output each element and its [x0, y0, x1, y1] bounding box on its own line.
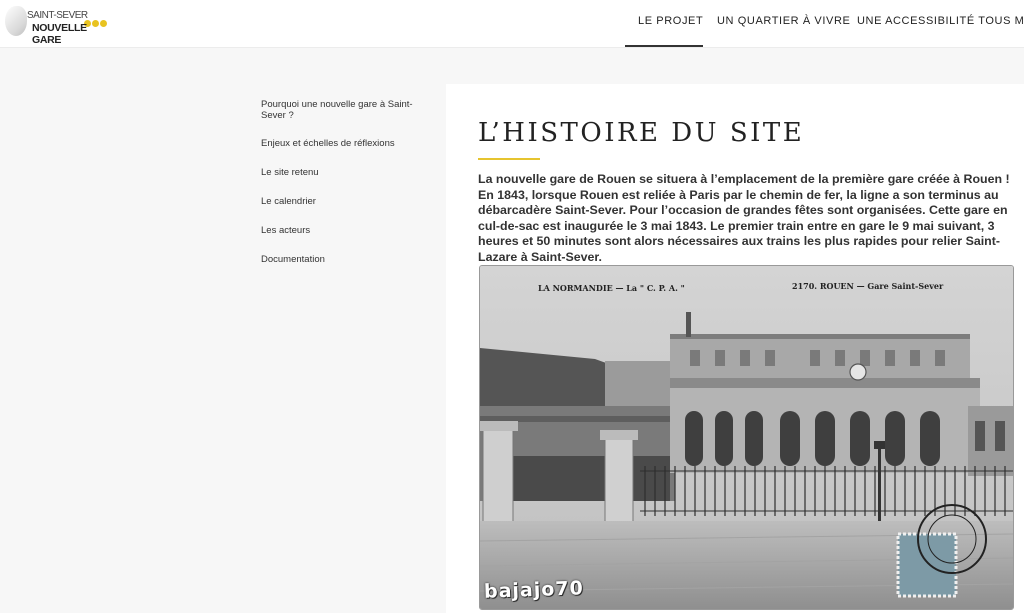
- photo-watermark: bajajo70: [483, 577, 585, 603]
- page-title: L’HISTOIRE DU SITE: [478, 118, 805, 148]
- sidebar-item-acteurs[interactable]: Les acteurs: [261, 225, 431, 236]
- nav-active-indicator: [625, 45, 703, 47]
- main-content: L’HISTOIRE DU SITE La nouvelle gare de R…: [446, 84, 1024, 613]
- sidebar-item-site-retenu[interactable]: Le site retenu: [261, 167, 431, 178]
- nav-item-un-quartier-a-vivre[interactable]: UN QUARTIER À VIVRE: [717, 15, 850, 27]
- nav-item-le-projet[interactable]: LE PROJET: [638, 15, 703, 27]
- sidebar-item-documentation[interactable]: Documentation: [261, 254, 431, 265]
- nav-item-une-accessibilite-tous-modes[interactable]: UNE ACCESSIBILITÉ TOUS MODES: [857, 15, 1024, 27]
- logo-text-line2: NOUVELLE GARE: [32, 22, 87, 46]
- postcard-caption-left: LA NORMANDIE — La " C. P. A. ": [538, 283, 685, 293]
- logo-mark-icon: [5, 6, 27, 36]
- sidebar-item-pourquoi[interactable]: Pourquoi une nouvelle gare à Saint-Sever…: [261, 99, 431, 121]
- title-accent-rule: [478, 158, 540, 160]
- station-postcard-illustration: LA NORMANDIE — La " C. P. A. " 2170. ROU…: [480, 266, 1013, 609]
- intro-paragraph: La nouvelle gare de Rouen se situera à l…: [478, 172, 1010, 264]
- section-sidebar: Pourquoi une nouvelle gare à Saint-Sever…: [0, 48, 446, 613]
- historic-station-photo: LA NORMANDIE — La " C. P. A. " 2170. ROU…: [479, 265, 1014, 610]
- sidebar-item-calendrier[interactable]: Le calendrier: [261, 196, 431, 207]
- site-header: SAINT-SEVER NOUVELLE GARE LE PROJET UN Q…: [0, 0, 1024, 48]
- sidebar-item-enjeux[interactable]: Enjeux et échelles de réflexions: [261, 138, 431, 149]
- site-logo[interactable]: SAINT-SEVER NOUVELLE GARE: [5, 6, 115, 46]
- logo-text-line1: SAINT-SEVER: [27, 10, 88, 21]
- postcard-caption-right: 2170. ROUEN — Gare Saint-Sever: [792, 281, 944, 291]
